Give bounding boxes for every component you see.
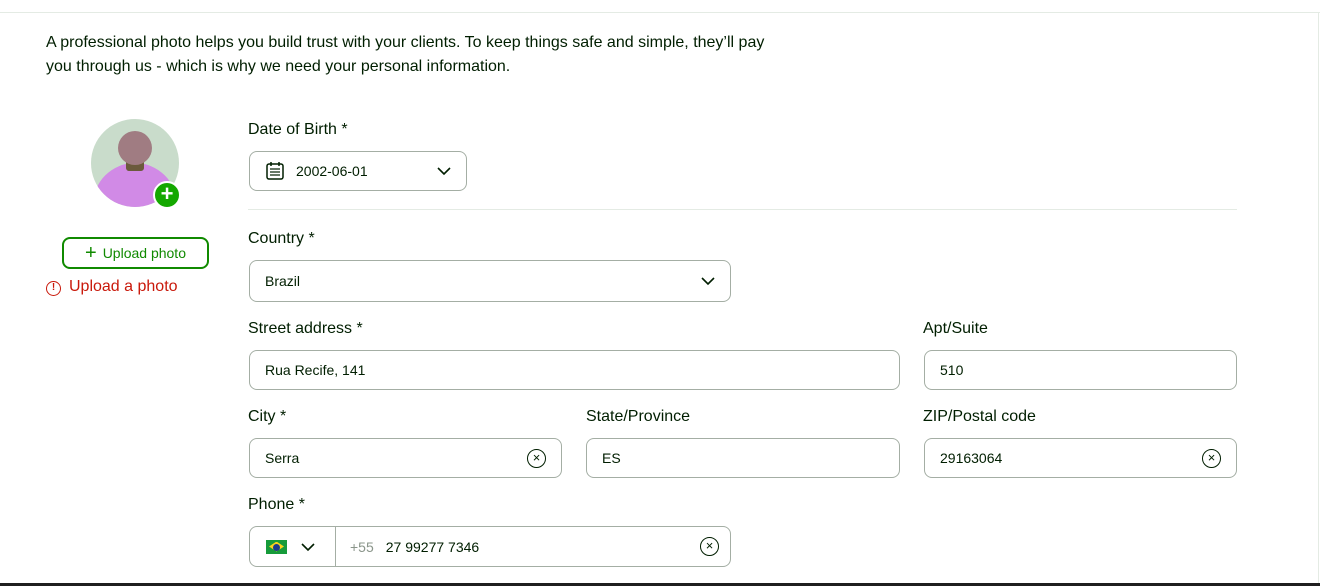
apt-label: Apt/Suite: [923, 320, 988, 337]
chevron-down-icon: [701, 277, 715, 286]
zip-label: ZIP/Postal code: [923, 408, 1036, 425]
right-divider: [1318, 12, 1319, 586]
calendar-icon: [266, 162, 284, 180]
phone-country-select[interactable]: [250, 527, 336, 566]
phone-input[interactable]: 27 99277 7346: [386, 539, 700, 555]
brazil-flag-icon: [266, 539, 287, 554]
phone-field[interactable]: +55 27 99277 7346 ×: [249, 526, 731, 567]
clear-icon[interactable]: ×: [1202, 448, 1221, 468]
upload-photo-button[interactable]: + Upload photo: [62, 237, 209, 269]
street-input[interactable]: Rua Recife, 141: [249, 350, 900, 390]
dob-value: 2002-06-01: [296, 163, 368, 179]
dob-select[interactable]: 2002-06-01: [249, 151, 467, 191]
top-divider: [0, 12, 1320, 13]
upload-photo-error: ! Upload a photo: [46, 278, 178, 296]
zip-input[interactable]: 29163064 ×: [924, 438, 1237, 478]
zip-value: 29163064: [940, 450, 1003, 466]
chevron-down-icon: [301, 542, 315, 551]
state-input[interactable]: ES: [586, 438, 900, 478]
state-label: State/Province: [586, 408, 691, 425]
upload-photo-error-text: Upload a photo: [69, 278, 178, 295]
apt-input[interactable]: 510: [924, 350, 1237, 390]
error-icon: !: [46, 281, 61, 296]
chevron-down-icon: [437, 167, 451, 176]
add-photo-icon[interactable]: +: [153, 181, 181, 209]
section-divider: [248, 209, 1237, 210]
phone-label: Phone *: [248, 496, 305, 513]
phone-prefix: +55: [350, 538, 374, 555]
plus-icon: +: [85, 242, 97, 264]
street-value: Rua Recife, 141: [265, 362, 366, 378]
apt-value: 510: [940, 362, 964, 378]
state-value: ES: [602, 450, 621, 466]
country-value: Brazil: [265, 273, 301, 289]
clear-icon[interactable]: ×: [700, 537, 719, 556]
city-value: Serra: [265, 450, 300, 466]
city-input[interactable]: Serra ×: [249, 438, 562, 478]
city-label: City *: [248, 408, 287, 425]
country-label: Country *: [248, 230, 315, 247]
country-select[interactable]: Brazil: [249, 260, 731, 302]
upload-photo-label: Upload photo: [102, 245, 186, 261]
dob-label: Date of Birth *: [248, 121, 348, 138]
street-label: Street address *: [248, 320, 363, 337]
clear-icon[interactable]: ×: [527, 448, 546, 468]
intro-text: A professional photo helps you build tru…: [46, 34, 765, 75]
